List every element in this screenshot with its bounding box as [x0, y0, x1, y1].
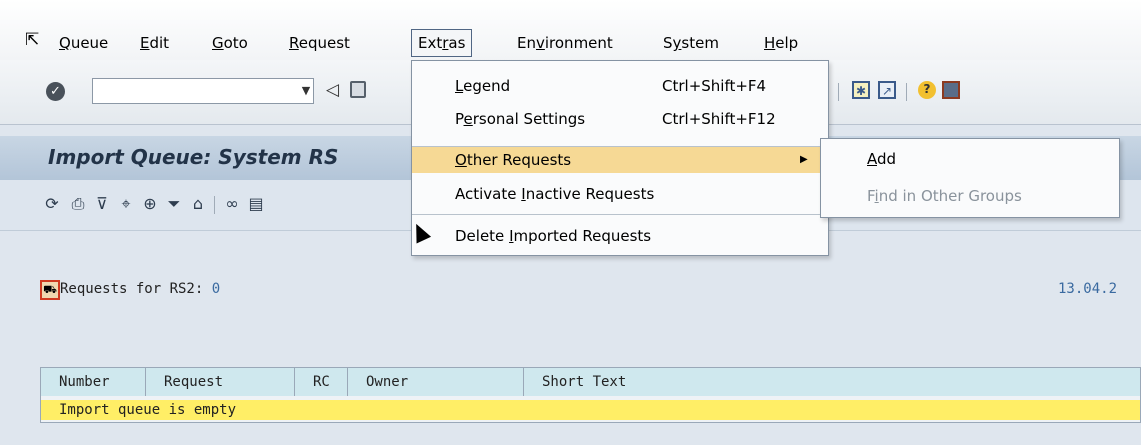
menu-label-pre: S: [663, 34, 673, 52]
menu-label-mnemonic: G: [212, 34, 224, 52]
submenu-item-find-in-other-groups: Find in Other Groups: [867, 187, 1022, 205]
layout-icon[interactable]: ✱: [852, 81, 870, 99]
menu-label-post: elp: [775, 34, 799, 52]
menu-bar: ⇱ Queue Edit Goto Request Extras Environ…: [0, 0, 1141, 60]
menu-item-label: Personal Settings: [455, 110, 586, 128]
sap-window: ⇱ Queue Edit Goto Request Extras Environ…: [0, 0, 1141, 445]
menu-label-post: ueue: [70, 34, 109, 52]
system-menu-icon[interactable]: ⇱: [25, 30, 45, 50]
menu-label-post: stem: [681, 34, 719, 52]
requests-label: Requests for RS2:: [60, 281, 204, 297]
menu-label-post: ironment: [544, 34, 613, 52]
menu-label-mnemonic: Q: [59, 34, 71, 52]
menu-environment[interactable]: Environment: [517, 31, 613, 55]
customize-icon[interactable]: [942, 81, 960, 99]
back-icon[interactable]: ◁: [326, 80, 339, 100]
menu-item-label: Legend: [455, 77, 511, 95]
menu-label-mnemonic: H: [764, 34, 776, 52]
submenu-arrow-icon: ▶: [800, 154, 808, 165]
menu-label-mnemonic: R: [289, 34, 299, 52]
help-icon[interactable]: ?: [918, 81, 936, 99]
extras-dropdown-menu: Legend Ctrl+Shift+F4 Personal Settings C…: [411, 60, 829, 256]
toolbar-separator: [906, 83, 907, 101]
save-icon[interactable]: [350, 81, 366, 98]
command-field[interactable]: [92, 78, 314, 104]
menu-request[interactable]: Request: [289, 31, 350, 55]
refresh-icon[interactable]: ⟳: [42, 194, 62, 214]
table-icon[interactable]: ▤: [246, 194, 266, 214]
other-requests-submenu: Add Find in Other Groups: [820, 138, 1120, 218]
menu-separator: [412, 214, 828, 215]
menu-item-label: Activate Inactive Requests: [455, 185, 655, 203]
menu-system[interactable]: System: [663, 31, 719, 55]
menu-label-post: equest: [298, 34, 350, 52]
menu-queue[interactable]: Queue: [59, 31, 108, 55]
print-icon[interactable]: ⎙: [68, 194, 88, 214]
column-header-rc[interactable]: RC: [295, 368, 348, 396]
column-header-number[interactable]: Number: [41, 368, 146, 396]
requests-summary: Requests for RS2: 0: [60, 281, 220, 297]
truck-icon: ⛟: [40, 280, 60, 300]
dropdown-icon[interactable]: ▼: [298, 78, 314, 104]
check-icon[interactable]: ✓: [46, 82, 65, 101]
menu-label-post: as: [448, 34, 466, 52]
shortcut-icon[interactable]: ↗: [878, 81, 896, 99]
column-header-request[interactable]: Request: [146, 368, 295, 396]
menu-item-delete-imported-requests[interactable]: Delete Imported Requests: [412, 223, 828, 249]
toolbar-separator: [838, 83, 839, 101]
page-title: Import Queue: System RS: [48, 145, 339, 169]
zoom-icon[interactable]: ⌖: [116, 194, 136, 214]
hierarchy-icon[interactable]: ⌂: [188, 194, 208, 214]
requests-table: Number Request RC Owner Short Text Impor…: [40, 367, 1141, 423]
filter-icon[interactable]: ⊽: [92, 194, 112, 214]
menu-help[interactable]: Help: [764, 31, 798, 55]
menu-item-label: Delete Imported Requests: [455, 227, 652, 245]
menu-extras[interactable]: Extras: [411, 29, 473, 57]
empty-queue-message: Import queue is empty: [41, 400, 1140, 420]
menu-label-pre: Ext: [418, 34, 443, 52]
column-header-short-text[interactable]: Short Text: [524, 368, 1140, 396]
menu-item-activate-inactive-requests[interactable]: Activate Inactive Requests: [412, 181, 828, 207]
menu-goto[interactable]: Goto: [212, 31, 248, 55]
date-value: 13.04.2: [1058, 281, 1118, 297]
funnel-icon[interactable]: ⏷: [164, 194, 184, 214]
menu-label-post: dit: [149, 34, 170, 52]
menu-item-personal-settings[interactable]: Personal Settings Ctrl+Shift+F12: [412, 106, 828, 132]
find-icon[interactable]: ⊕: [140, 194, 160, 214]
menu-item-other-requests[interactable]: Other Requests ▶: [412, 147, 828, 173]
menu-item-label: Other Requests: [455, 151, 572, 169]
menu-edit[interactable]: Edit: [140, 31, 169, 55]
menu-label-pre: En: [517, 34, 536, 52]
menu-item-shortcut: Ctrl+Shift+F4: [662, 77, 767, 95]
requests-count: 0: [211, 281, 221, 297]
menu-label-mnemonic: v: [535, 34, 545, 52]
link-icon[interactable]: ∞: [222, 194, 242, 214]
toolbar-separator: [214, 196, 215, 214]
menu-item-legend[interactable]: Legend Ctrl+Shift+F4: [412, 73, 828, 99]
submenu-item-add[interactable]: Add: [867, 145, 896, 173]
column-header-owner[interactable]: Owner: [348, 368, 524, 396]
menu-item-shortcut: Ctrl+Shift+F12: [662, 110, 776, 128]
menu-label-post: oto: [223, 34, 248, 52]
